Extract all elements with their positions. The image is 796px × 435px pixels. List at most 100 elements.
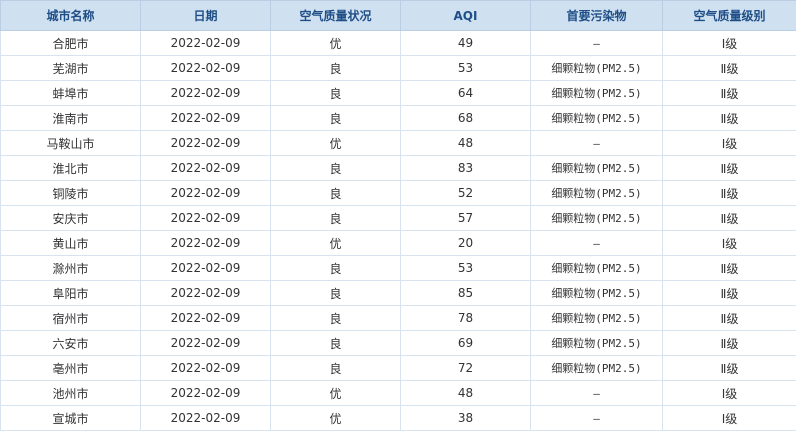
cell-pollutant: 细颗粒物(PM2.5) [530,80,663,106]
cell-date: 2022-02-09 [140,80,271,106]
cell-status: 良 [270,305,401,331]
table-row: 淮北市 2022-02-09 良 83 细颗粒物(PM2.5) Ⅱ级 [0,155,796,181]
cell-level: Ⅰ级 [662,230,796,256]
table-row: 安庆市 2022-02-09 良 57 细颗粒物(PM2.5) Ⅱ级 [0,205,796,231]
table-row: 阜阳市 2022-02-09 良 85 细颗粒物(PM2.5) Ⅱ级 [0,280,796,306]
cell-date: 2022-02-09 [140,55,271,81]
cell-status: 优 [270,30,401,56]
cell-status: 良 [270,205,401,231]
cell-city: 黄山市 [0,230,141,256]
cell-status: 优 [270,230,401,256]
header-status: 空气质量状况 [270,0,401,31]
cell-status: 良 [270,330,401,356]
header-level: 空气质量级别 [662,0,796,31]
table-row: 蚌埠市 2022-02-09 良 64 细颗粒物(PM2.5) Ⅱ级 [0,80,796,106]
cell-level: Ⅰ级 [662,30,796,56]
cell-city: 铜陵市 [0,180,141,206]
cell-level: Ⅱ级 [662,205,796,231]
cell-pollutant: 细颗粒物(PM2.5) [530,255,663,281]
cell-date: 2022-02-09 [140,355,271,381]
header-primary-pollutant: 首要污染物 [530,0,663,31]
cell-level: Ⅰ级 [662,405,796,431]
cell-status: 良 [270,180,401,206]
cell-date: 2022-02-09 [140,255,271,281]
cell-city: 六安市 [0,330,141,356]
header-aqi: AQI [400,0,531,31]
cell-date: 2022-02-09 [140,380,271,406]
cell-status: 良 [270,280,401,306]
cell-date: 2022-02-09 [140,130,271,156]
cell-city: 滁州市 [0,255,141,281]
cell-level: Ⅱ级 [662,105,796,131]
cell-aqi: 38 [400,405,531,431]
cell-level: Ⅱ级 [662,280,796,306]
cell-date: 2022-02-09 [140,280,271,306]
cell-city: 亳州市 [0,355,141,381]
cell-aqi: 52 [400,180,531,206]
cell-aqi: 48 [400,380,531,406]
cell-status: 良 [270,105,401,131]
cell-aqi: 72 [400,355,531,381]
table-row: 合肥市 2022-02-09 优 49 — Ⅰ级 [0,30,796,56]
cell-aqi: 20 [400,230,531,256]
cell-aqi: 68 [400,105,531,131]
cell-aqi: 83 [400,155,531,181]
cell-level: Ⅱ级 [662,305,796,331]
cell-pollutant: 细颗粒物(PM2.5) [530,105,663,131]
cell-city: 合肥市 [0,30,141,56]
cell-pollutant: — [530,130,663,156]
cell-level: Ⅱ级 [662,330,796,356]
table-row: 池州市 2022-02-09 优 48 — Ⅰ级 [0,380,796,406]
cell-date: 2022-02-09 [140,230,271,256]
cell-status: 优 [270,130,401,156]
cell-date: 2022-02-09 [140,305,271,331]
cell-status: 良 [270,80,401,106]
cell-aqi: 49 [400,30,531,56]
cell-aqi: 78 [400,305,531,331]
cell-status: 优 [270,380,401,406]
cell-pollutant: 细颗粒物(PM2.5) [530,155,663,181]
cell-level: Ⅱ级 [662,180,796,206]
cell-date: 2022-02-09 [140,405,271,431]
cell-city: 宣城市 [0,405,141,431]
table-row: 马鞍山市 2022-02-09 优 48 — Ⅰ级 [0,130,796,156]
cell-city: 马鞍山市 [0,130,141,156]
table-row: 宣城市 2022-02-09 优 38 — Ⅰ级 [0,405,796,431]
cell-pollutant: 细颗粒物(PM2.5) [530,55,663,81]
table-row: 淮南市 2022-02-09 良 68 细颗粒物(PM2.5) Ⅱ级 [0,105,796,131]
cell-city: 蚌埠市 [0,80,141,106]
cell-level: Ⅰ级 [662,130,796,156]
cell-pollutant: 细颗粒物(PM2.5) [530,280,663,306]
cell-city: 宿州市 [0,305,141,331]
table-row: 铜陵市 2022-02-09 良 52 细颗粒物(PM2.5) Ⅱ级 [0,180,796,206]
cell-pollutant: 细颗粒物(PM2.5) [530,180,663,206]
cell-pollutant: 细颗粒物(PM2.5) [530,305,663,331]
header-city: 城市名称 [0,0,141,31]
cell-level: Ⅱ级 [662,255,796,281]
header-row: 城市名称 日期 空气质量状况 AQI 首要污染物 空气质量级别 [0,0,796,31]
cell-aqi: 53 [400,55,531,81]
cell-aqi: 69 [400,330,531,356]
header-date: 日期 [140,0,271,31]
cell-date: 2022-02-09 [140,205,271,231]
table-row: 滁州市 2022-02-09 良 53 细颗粒物(PM2.5) Ⅱ级 [0,255,796,281]
cell-status: 良 [270,255,401,281]
cell-level: Ⅰ级 [662,380,796,406]
table-row: 亳州市 2022-02-09 良 72 细颗粒物(PM2.5) Ⅱ级 [0,355,796,381]
cell-city: 阜阳市 [0,280,141,306]
cell-pollutant: 细颗粒物(PM2.5) [530,330,663,356]
cell-aqi: 53 [400,255,531,281]
table-row: 六安市 2022-02-09 良 69 细颗粒物(PM2.5) Ⅱ级 [0,330,796,356]
cell-pollutant: — [530,380,663,406]
cell-pollutant: 细颗粒物(PM2.5) [530,205,663,231]
cell-status: 良 [270,55,401,81]
cell-date: 2022-02-09 [140,330,271,356]
cell-pollutant: — [530,405,663,431]
cell-pollutant: 细颗粒物(PM2.5) [530,355,663,381]
cell-aqi: 85 [400,280,531,306]
cell-date: 2022-02-09 [140,105,271,131]
cell-aqi: 48 [400,130,531,156]
cell-date: 2022-02-09 [140,180,271,206]
cell-pollutant: — [530,30,663,56]
cell-city: 芜湖市 [0,55,141,81]
